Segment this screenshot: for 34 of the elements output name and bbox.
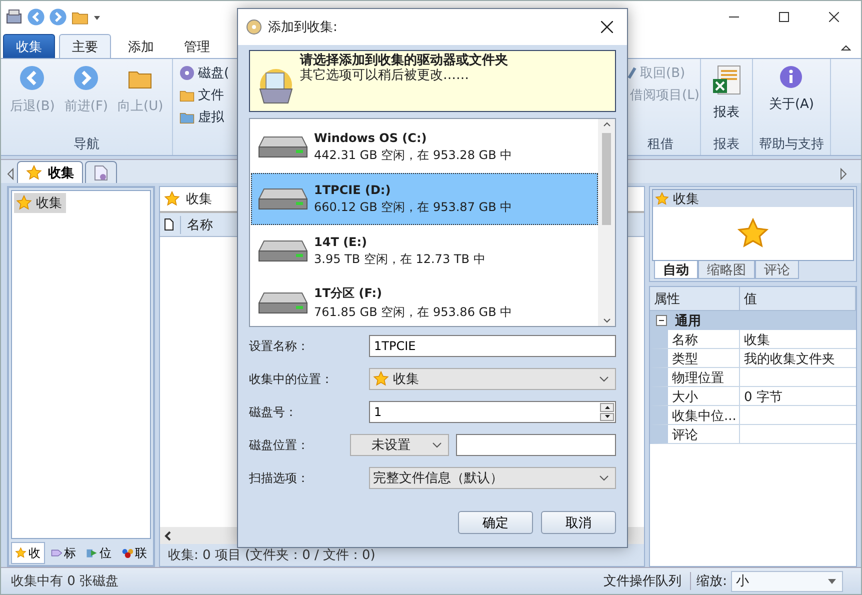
dialog-heading: 请选择添加到收集的驱动器或文件夹 xyxy=(300,53,508,68)
dialog-title: 添加到收集: xyxy=(268,19,338,36)
field-label: 扫描选项： xyxy=(249,470,310,486)
drive-space: 761.85 GB 空闲，在 953.86 GB 中 xyxy=(314,304,512,321)
field-label: 设置名称： xyxy=(249,338,310,354)
drive-space: 3.95 TB 空闲，在 12.73 TB 中 xyxy=(314,250,486,268)
field-label: 磁盘位置： xyxy=(249,436,310,454)
zoom-label: 缩放: xyxy=(696,573,728,590)
drive-name: 1T分区 (F:) xyxy=(314,285,384,302)
drive-name: Windows OS (C:) xyxy=(314,130,428,144)
group-label: 导航 xyxy=(72,136,100,153)
group-label: 报表 xyxy=(712,136,740,153)
preview-title: 收集 xyxy=(673,190,699,208)
property-value: 我的收集文件夹 xyxy=(740,349,856,368)
property-value: 收集 xyxy=(740,330,856,349)
drive-name: 14T (E:) xyxy=(314,234,368,248)
status-text: 收集中有 0 张磁盘 xyxy=(10,573,120,590)
property-name: 名称 xyxy=(650,330,740,349)
panel-title: 收集 xyxy=(186,191,212,208)
property-name: 收集中位... xyxy=(650,406,740,425)
drive-name: 1TPCIE (D:) xyxy=(314,182,392,196)
group-label: 帮助与支持 xyxy=(758,136,825,153)
property-name: 评论 xyxy=(650,425,740,444)
property-name: 物理位置 xyxy=(650,368,740,387)
field-label: 收集中的位置： xyxy=(249,370,334,388)
field-label: 磁盘号： xyxy=(249,404,298,420)
drive-space: 442.31 GB 空闲，在 953.28 GB 中 xyxy=(314,146,512,164)
property-value: 0 字节 xyxy=(740,387,856,406)
group-label: 租借 xyxy=(646,136,674,153)
drive-space: 660.12 GB 空闲，在 953.87 GB 中 xyxy=(314,198,512,216)
property-name: 大小 xyxy=(650,387,740,406)
group-label: 通用 xyxy=(675,312,701,330)
property-name: 类型 xyxy=(650,349,740,368)
dialog-subheading: 其它选项可以稍后被更改…… xyxy=(300,68,470,83)
